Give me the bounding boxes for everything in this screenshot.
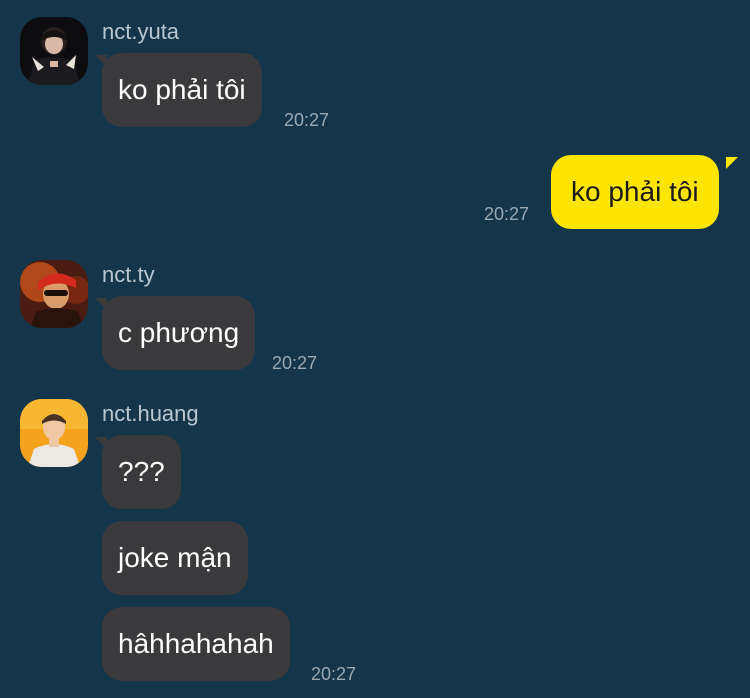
bubble-tail [726, 157, 738, 169]
chat-thread: nct.yuta ko phải tôi 20:27 ko phải tôi 2… [0, 0, 750, 698]
avatar-yuta-image [20, 17, 88, 85]
avatar-ty-image [20, 260, 88, 328]
avatar-ty[interactable] [20, 260, 88, 328]
avatar-huang[interactable] [20, 399, 88, 467]
message-bubble-incoming[interactable]: ??? [102, 435, 181, 509]
message-bubble-incoming[interactable]: ko phải tôi [102, 53, 262, 127]
message-bubble-incoming[interactable]: hâhhahahah [102, 607, 290, 681]
message-timestamp: 20:27 [311, 664, 357, 684]
sender-name-ty: nct.ty [102, 262, 155, 287]
message-bubble-incoming[interactable]: joke mận [102, 521, 248, 595]
avatar-yuta[interactable] [20, 17, 88, 85]
message-bubble-outgoing[interactable]: ko phải tôi [551, 155, 719, 229]
message-timestamp: 20:27 [284, 110, 330, 130]
avatar-huang-image [20, 399, 88, 467]
message-timestamp: 20:27 [272, 353, 318, 373]
message-bubble-incoming[interactable]: c phương [102, 296, 256, 370]
message-timestamp: 20:27 [484, 204, 530, 224]
sender-name-yuta: nct.yuta [102, 19, 180, 44]
sender-name-huang: nct.huang [102, 401, 199, 426]
